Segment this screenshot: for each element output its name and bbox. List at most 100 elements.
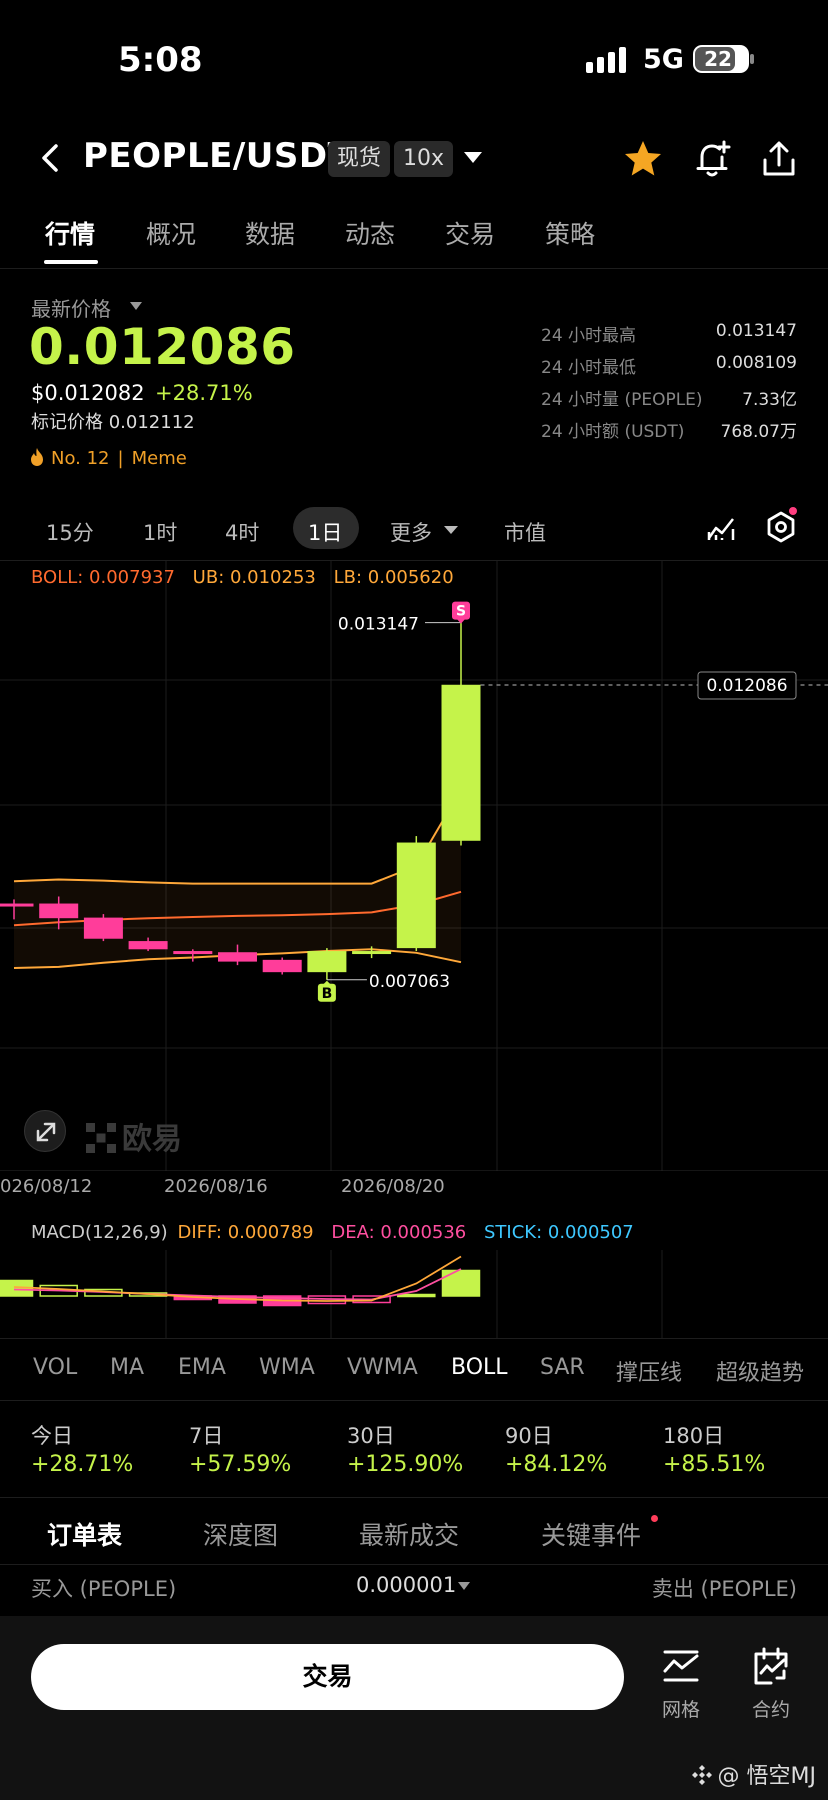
indicator-sar[interactable]: SAR: [540, 1355, 585, 1380]
tab-news[interactable]: 动态: [345, 215, 395, 251]
candlestick-chart[interactable]: 0.013147 S 0.007063 B 0.012086: [0, 561, 828, 1171]
divider: [0, 1497, 828, 1498]
boll-upper-line: [13, 789, 462, 885]
fire-icon: [31, 448, 43, 466]
boll-lower-value: LB: 0.005620: [333, 567, 454, 588]
interval-1h[interactable]: 1时: [143, 517, 177, 547]
tab-latest-trades[interactable]: 最新成交: [359, 1516, 459, 1552]
grid-bot-icon[interactable]: [661, 1646, 701, 1686]
indicator-support-resistance[interactable]: 撑压线: [616, 1355, 682, 1387]
boll-legend: BOLL: 0.007937 UB: 0.010253 LB: 0.005620: [31, 567, 454, 588]
tab-depth-chart[interactable]: 深度图: [203, 1516, 278, 1552]
stat-value-turnover: 768.07万: [720, 422, 797, 442]
divider: [0, 1338, 828, 1339]
interval-15m[interactable]: 15分: [46, 517, 94, 547]
interval-more[interactable]: 更多: [390, 517, 432, 547]
indicator-wma[interactable]: WMA: [259, 1355, 315, 1380]
alert-bell-icon[interactable]: [691, 138, 733, 180]
indicator-ma[interactable]: MA: [110, 1355, 144, 1380]
futures-label[interactable]: 合约: [752, 1695, 790, 1722]
pair-dropdown-icon[interactable]: [464, 152, 482, 163]
caret-down-icon[interactable]: [458, 1582, 470, 1590]
credit-text: @ 悟空MJ: [717, 1764, 816, 1789]
rank-number: No. 12: [51, 448, 110, 469]
orderbook-buy-header: 买入 (PEOPLE): [31, 1577, 177, 1601]
stat-value-volume: 7.33亿: [742, 390, 797, 410]
caret-down-icon[interactable]: [444, 526, 458, 534]
macd-diff-line: [13, 1255, 462, 1302]
candle: [352, 951, 392, 955]
caret-down-icon[interactable]: [130, 302, 142, 310]
macd-chart: [0, 1250, 663, 1338]
x-axis-label: 026/08/12: [0, 1176, 93, 1197]
stat-label-low: 24 小时最低: [541, 358, 637, 378]
trade-button[interactable]: 交易: [31, 1644, 624, 1710]
tab-strategy[interactable]: 策略: [545, 215, 595, 251]
notification-dot: [651, 1515, 658, 1522]
author-credit: @ 悟空MJ: [690, 1758, 816, 1790]
macd-diff: DIFF: 0.000789: [177, 1222, 314, 1243]
price-change: +28.71%: [155, 381, 253, 405]
network-type: 5G: [643, 44, 684, 75]
stat-value-high: 0.013147: [715, 321, 797, 341]
grid-label[interactable]: 网格: [662, 1695, 700, 1722]
pair-title[interactable]: PEOPLE/USDT: [83, 136, 351, 176]
indicator-ema[interactable]: EMA: [178, 1355, 226, 1380]
tab-key-events[interactable]: 关键事件: [541, 1516, 641, 1552]
orderbook-sell-header: 卖出 (PEOPLE): [651, 1577, 797, 1601]
interval-4h[interactable]: 4时: [225, 517, 259, 547]
perf-value-7d: +57.59%: [189, 1452, 292, 1477]
precision-select[interactable]: 0.000001: [356, 1573, 456, 1597]
back-icon[interactable]: [36, 140, 66, 176]
macd-stick: STICK: 0.000507: [483, 1222, 634, 1243]
candle: [396, 842, 436, 949]
fullscreen-button[interactable]: [24, 1110, 66, 1152]
star-icon[interactable]: [622, 138, 664, 180]
perf-label-90d: 90日: [505, 1424, 553, 1448]
buy-marker-tip: [322, 980, 331, 985]
tab-overview[interactable]: 概况: [146, 215, 196, 251]
stat-label-high: 24 小时最高: [541, 326, 637, 346]
category-tag[interactable]: Meme: [132, 448, 187, 469]
tab-market[interactable]: 行情: [45, 215, 95, 251]
boll-mid-value: BOLL: 0.007937: [31, 567, 175, 588]
divider: [0, 1400, 828, 1401]
macd-legend: MACD(12,26,9) DIFF: 0.000789 DEA: 0.0005…: [31, 1222, 634, 1243]
indicator-vwma[interactable]: VWMA: [347, 1355, 418, 1380]
mark-price: 标记价格 0.012112: [31, 412, 195, 433]
notification-dot: [789, 507, 797, 515]
low-price-label: 0.007063: [369, 972, 450, 992]
buy-marker-text: B: [322, 986, 333, 1002]
rank-row[interactable]: No. 12 | Meme: [29, 447, 187, 469]
indicator-boll[interactable]: BOLL: [451, 1355, 508, 1380]
candle: [39, 903, 79, 919]
watermark-text: 欧易: [122, 1122, 182, 1157]
usd-price: $0.012082: [31, 381, 145, 405]
chart-drawing-icon[interactable]: [706, 512, 736, 542]
interval-1d[interactable]: 1日: [308, 517, 342, 547]
divider: [0, 268, 828, 269]
macd-stick: [441, 1269, 481, 1297]
tab-active-indicator: [44, 260, 98, 264]
expand-icon: [36, 1122, 56, 1142]
indicator-supertrend[interactable]: 超级趋势: [716, 1355, 804, 1387]
perf-value-today: +28.71%: [31, 1452, 134, 1477]
interval-market-cap[interactable]: 市值: [504, 517, 546, 547]
stat-value-low: 0.008109: [715, 353, 797, 373]
battery-level: 22: [704, 47, 732, 71]
candle: [83, 917, 123, 939]
tab-order-book[interactable]: 订单表: [47, 1516, 122, 1552]
perf-label-30d: 30日: [347, 1424, 395, 1448]
candle: [218, 952, 257, 962]
indicator-vol[interactable]: VOL: [33, 1355, 77, 1380]
candle: [0, 903, 34, 907]
perf-value-180d: +85.51%: [663, 1452, 766, 1477]
share-icon[interactable]: [758, 138, 800, 180]
divider: [0, 1564, 828, 1565]
candle: [441, 684, 481, 841]
tab-trade[interactable]: 交易: [445, 215, 495, 251]
chart-settings-icon[interactable]: [764, 510, 798, 544]
battery-icon: 22: [693, 45, 749, 73]
tab-data[interactable]: 数据: [245, 215, 295, 251]
futures-contract-icon[interactable]: [751, 1646, 791, 1686]
